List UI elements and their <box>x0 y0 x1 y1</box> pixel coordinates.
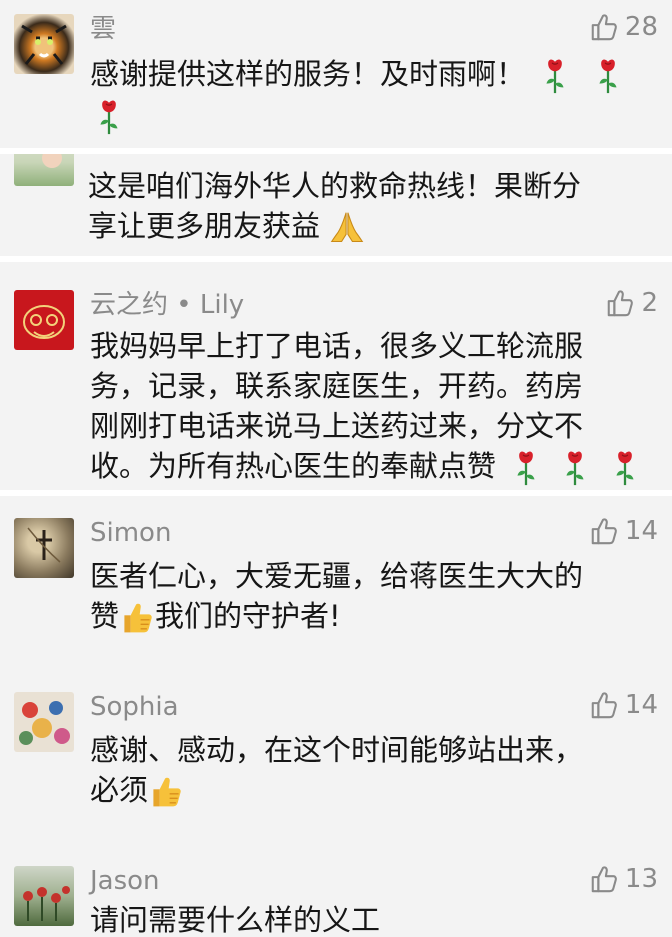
like-button[interactable]: 2 <box>605 288 658 318</box>
commenter-name[interactable]: 雲 <box>90 14 116 44</box>
comment-line: 医者仁心，大爱无疆，给蒋医生大大的 <box>90 559 584 593</box>
folded-hands-emoji <box>329 210 365 246</box>
avatar[interactable] <box>14 290 74 350</box>
comment-line: 这是咱们海外华人的救命热线！果断分 <box>88 169 582 203</box>
avatar[interactable] <box>14 14 74 74</box>
comment-text: 医者仁心，大爱无疆，给蒋医生大大的 赞 我们的守护者! <box>90 556 650 636</box>
comment-line: 感谢提供这样的服务！及时雨啊！ <box>90 57 526 91</box>
like-count: 14 <box>624 690 658 720</box>
thumbs-up-emoji <box>119 600 155 636</box>
avatar[interactable] <box>14 866 74 926</box>
comment-line: 享让更多朋友获益 <box>88 209 321 243</box>
like-button[interactable]: 13 <box>589 864 658 894</box>
comment-item: Simon 14 医者仁心，大爱无疆，给蒋医生大大的 赞 我们的守护者! Soph… <box>0 496 672 937</box>
thumbs-up-outline-icon <box>589 864 619 894</box>
like-button[interactable]: 14 <box>589 516 658 546</box>
comment-line: 感谢、感动，在这个时间能够站出来， <box>90 733 584 767</box>
like-count: 13 <box>624 864 658 894</box>
avatar[interactable] <box>14 518 74 578</box>
comment-line: 刚刚打电话来说马上送药过来，分文不 <box>90 409 584 443</box>
comment-line: 请问需要什么样的义工 <box>90 903 381 937</box>
like-count: 2 <box>641 288 658 318</box>
avatar[interactable] <box>14 692 74 752</box>
thumbs-up-emoji <box>148 774 184 810</box>
rose-emoji <box>562 449 588 487</box>
rose-emoji <box>542 57 568 95</box>
comment-line: 收。为所有热心医生的奉献点赞 <box>90 449 497 483</box>
comment-text: 请问需要什么样的义工 <box>90 900 650 937</box>
like-count: 14 <box>624 516 658 546</box>
comment-text: 这是咱们海外华人的救命热线！果断分 享让更多朋友获益 <box>88 166 648 246</box>
thumbs-up-outline-icon <box>605 288 635 318</box>
rose-emoji <box>595 57 621 95</box>
rose-emoji <box>612 449 638 487</box>
comment-text: 感谢提供这样的服务！及时雨啊！ <box>90 54 650 136</box>
comment-text: 我妈妈早上打了电话，很多义工轮流服 务，记录，联系家庭医生，开药。药房 刚刚打电… <box>90 326 650 487</box>
comment-item: Sophia 14 感谢、感动，在这个时间能够站出来， 必须 <box>0 670 672 810</box>
commenter-name[interactable]: Simon <box>90 518 171 548</box>
avatar[interactable] <box>14 154 74 186</box>
like-button[interactable]: 28 <box>589 12 658 42</box>
comment-line: 我们的守护者! <box>155 599 341 633</box>
commenter-name[interactable]: Sophia <box>90 692 179 722</box>
like-button[interactable]: 14 <box>589 690 658 720</box>
comment-item: 云之约 • Lily 2 我妈妈早上打了电话，很多义工轮流服 务，记录，联系家庭… <box>0 262 672 490</box>
rose-emoji <box>96 98 122 136</box>
thumbs-up-outline-icon <box>589 12 619 42</box>
comment-line: 我妈妈早上打了电话，很多义工轮流服 <box>90 329 584 363</box>
comment-line: 务，记录，联系家庭医生，开药。药房 <box>90 369 584 403</box>
comment-text: 感谢、感动，在这个时间能够站出来， 必须 <box>90 730 650 810</box>
rose-emoji <box>513 449 539 487</box>
like-count: 28 <box>624 12 658 42</box>
comment-item: 这是咱们海外华人的救命热线！果断分 享让更多朋友获益 <box>0 154 672 256</box>
comment-line: 必须 <box>90 773 149 807</box>
comment-item: 雲 28 感谢提供这样的服务！及时雨啊！ <box>0 0 672 148</box>
commenter-name[interactable]: Jason <box>90 866 160 896</box>
thumbs-up-outline-icon <box>589 690 619 720</box>
commenter-name[interactable]: 云之约 • Lily <box>90 290 244 320</box>
thumbs-up-outline-icon <box>589 516 619 546</box>
comment-item: Jason 13 请问需要什么样的义工 <box>0 844 672 937</box>
comment-line: 赞 <box>90 599 120 633</box>
